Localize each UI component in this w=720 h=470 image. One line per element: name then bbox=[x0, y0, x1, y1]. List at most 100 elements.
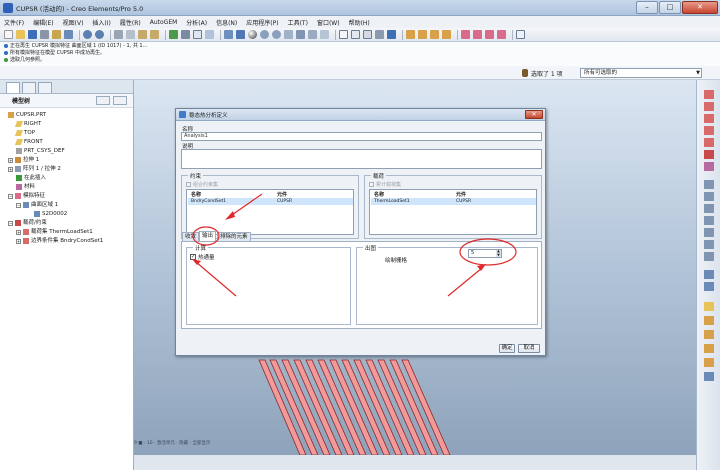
selection-filter-dropdown[interactable]: 所有可选取的 ▼ bbox=[580, 68, 702, 78]
menu-help[interactable]: 帮助(H) bbox=[349, 18, 370, 27]
plot-grid-spinner[interactable]: 5 ▲ ▼ bbox=[468, 249, 502, 258]
sum-loads-checkbox[interactable]: 累计载荷集 bbox=[369, 181, 401, 188]
redo-icon[interactable] bbox=[95, 30, 104, 39]
datum-axis-tool-icon[interactable] bbox=[704, 316, 714, 325]
collapse-icon[interactable]: − bbox=[8, 220, 13, 226]
paste-special-icon[interactable] bbox=[150, 30, 159, 39]
mass-icon[interactable] bbox=[704, 216, 714, 225]
tree-item-s2d0002[interactable]: S2D0002 bbox=[34, 210, 67, 218]
print-icon[interactable] bbox=[40, 30, 49, 39]
datum-plane-tool-icon[interactable] bbox=[704, 302, 714, 311]
beam-icon[interactable] bbox=[704, 192, 714, 201]
menu-info[interactable]: 信息(N) bbox=[216, 18, 237, 27]
menu-view[interactable]: 视图(V) bbox=[63, 18, 84, 27]
tree-item-pattern-1[interactable]: + 阵列 1 / 拉伸 2 bbox=[8, 165, 61, 173]
results-icon[interactable] bbox=[704, 282, 714, 291]
menu-tools[interactable]: 工具(T) bbox=[288, 18, 308, 27]
tree-item-front[interactable]: FRONT bbox=[14, 138, 43, 146]
close-button[interactable]: ✕ bbox=[682, 1, 718, 14]
collapse-icon[interactable]: − bbox=[8, 193, 13, 199]
tree-item-insert-here[interactable]: 在此插入 bbox=[16, 174, 46, 182]
menu-applications[interactable]: 应用程序(P) bbox=[246, 18, 278, 27]
constraints-table[interactable]: 名称 元件 BndryCondSet1 CUPSR bbox=[186, 189, 354, 235]
ok-button[interactable]: 确定 bbox=[499, 344, 515, 353]
expand-icon[interactable]: + bbox=[16, 229, 21, 235]
cancel-button[interactable]: 取消 bbox=[518, 344, 540, 353]
hidden-line-icon[interactable] bbox=[351, 30, 360, 39]
tree-item-part[interactable]: CUPSR.PRT bbox=[8, 111, 46, 119]
reorient-icon[interactable] bbox=[296, 30, 305, 39]
tree-item-material[interactable]: 材料 bbox=[16, 183, 35, 191]
table-row[interactable]: ThermLoadSet1 CUPSR bbox=[371, 198, 536, 205]
refit-icon[interactable] bbox=[284, 30, 293, 39]
spin-center-display-icon[interactable] bbox=[473, 30, 482, 39]
menu-edit[interactable]: 编辑(E) bbox=[33, 18, 53, 27]
expand-icon[interactable]: + bbox=[16, 238, 21, 244]
model-display-icon[interactable] bbox=[387, 30, 396, 39]
menu-autogem[interactable]: AutoGEM bbox=[150, 19, 178, 26]
tree-settings-button[interactable] bbox=[96, 96, 110, 105]
interface-icon[interactable] bbox=[704, 240, 714, 249]
zoom-in-icon[interactable] bbox=[260, 30, 269, 39]
description-textarea[interactable] bbox=[181, 149, 542, 169]
copy-icon[interactable] bbox=[126, 30, 135, 39]
annotation-display-icon[interactable] bbox=[461, 30, 470, 39]
loads-table[interactable]: 名称 元件 ThermLoadSet1 CUPSR bbox=[369, 189, 537, 235]
paste-icon[interactable] bbox=[138, 30, 147, 39]
save-icon[interactable] bbox=[28, 30, 37, 39]
favorites-tab[interactable] bbox=[38, 82, 52, 93]
datum-point-tool-icon[interactable] bbox=[704, 344, 714, 353]
sketch-tool-icon[interactable] bbox=[704, 372, 714, 381]
saved-views-icon[interactable] bbox=[308, 30, 317, 39]
symmetry-icon[interactable] bbox=[704, 150, 714, 159]
tree-item-simulation-features[interactable]: − 模拟特征 bbox=[8, 192, 45, 200]
regenerate-icon[interactable] bbox=[169, 30, 178, 39]
shell-icon[interactable] bbox=[704, 180, 714, 189]
mesh-icon[interactable] bbox=[704, 252, 714, 261]
expand-icon[interactable]: + bbox=[8, 157, 13, 163]
tree-item-extrude-1[interactable]: + 拉伸 1 bbox=[8, 156, 39, 164]
tab-output[interactable]: 输出 bbox=[199, 231, 217, 241]
csys-display-icon[interactable] bbox=[442, 30, 451, 39]
temperature-icon[interactable] bbox=[704, 114, 714, 123]
window-icon[interactable] bbox=[205, 30, 214, 39]
email-icon[interactable] bbox=[52, 30, 61, 39]
radiation-icon[interactable] bbox=[704, 138, 714, 147]
spinner-arrows-icon[interactable]: ▲ ▼ bbox=[496, 249, 501, 257]
layers-icon[interactable] bbox=[320, 30, 329, 39]
dialog-close-button[interactable]: ✕ bbox=[525, 110, 543, 119]
menu-analysis[interactable]: 分析(A) bbox=[186, 18, 207, 27]
tab-convergence[interactable]: 收敛 bbox=[182, 232, 200, 241]
simulation-display-icon[interactable] bbox=[485, 30, 494, 39]
heat-load-icon[interactable] bbox=[704, 102, 714, 111]
datum-curve-tool-icon[interactable] bbox=[704, 330, 714, 339]
shading-icon[interactable] bbox=[375, 30, 384, 39]
material-assign-icon[interactable] bbox=[704, 162, 714, 171]
datum-axis-display-icon[interactable] bbox=[418, 30, 427, 39]
folder-browser-tab[interactable] bbox=[22, 82, 36, 93]
minimize-button[interactable]: – bbox=[636, 1, 658, 14]
analysis-icon[interactable] bbox=[704, 270, 714, 279]
menu-properties[interactable]: 履性(R) bbox=[120, 18, 141, 27]
simulation-settings-icon[interactable] bbox=[497, 30, 506, 39]
undo-icon[interactable] bbox=[83, 30, 92, 39]
csys-tool-icon[interactable] bbox=[704, 358, 714, 367]
weld-icon[interactable] bbox=[704, 228, 714, 237]
tree-item-load-set[interactable]: + 载荷集 ThermLoadSet1 bbox=[16, 228, 93, 236]
spin-center-icon[interactable] bbox=[236, 30, 245, 39]
open-folder-icon[interactable] bbox=[16, 30, 25, 39]
model-tree-tab[interactable] bbox=[6, 82, 20, 93]
combine-constraints-checkbox[interactable]: 组合约束集 bbox=[186, 181, 218, 188]
new-file-icon[interactable] bbox=[4, 30, 13, 39]
tree-item-bc-set[interactable]: + 边界条件集 BndryCondSet1 bbox=[16, 237, 103, 245]
menu-file[interactable]: 文件(F) bbox=[4, 18, 24, 27]
force-load-icon[interactable] bbox=[704, 90, 714, 99]
menu-window[interactable]: 窗口(W) bbox=[317, 18, 340, 27]
tree-item-loads-constraints[interactable]: − 载荷/约束 bbox=[8, 219, 47, 227]
wireframe-icon[interactable] bbox=[339, 30, 348, 39]
heat-flux-checkbox[interactable]: ✓ 热通量 bbox=[190, 253, 215, 261]
select-box-icon[interactable] bbox=[193, 30, 202, 39]
tree-item-surface-region-1[interactable]: − 曲面区域 1 bbox=[16, 201, 58, 209]
context-help-icon[interactable] bbox=[516, 30, 525, 39]
convection-icon[interactable] bbox=[704, 126, 714, 135]
